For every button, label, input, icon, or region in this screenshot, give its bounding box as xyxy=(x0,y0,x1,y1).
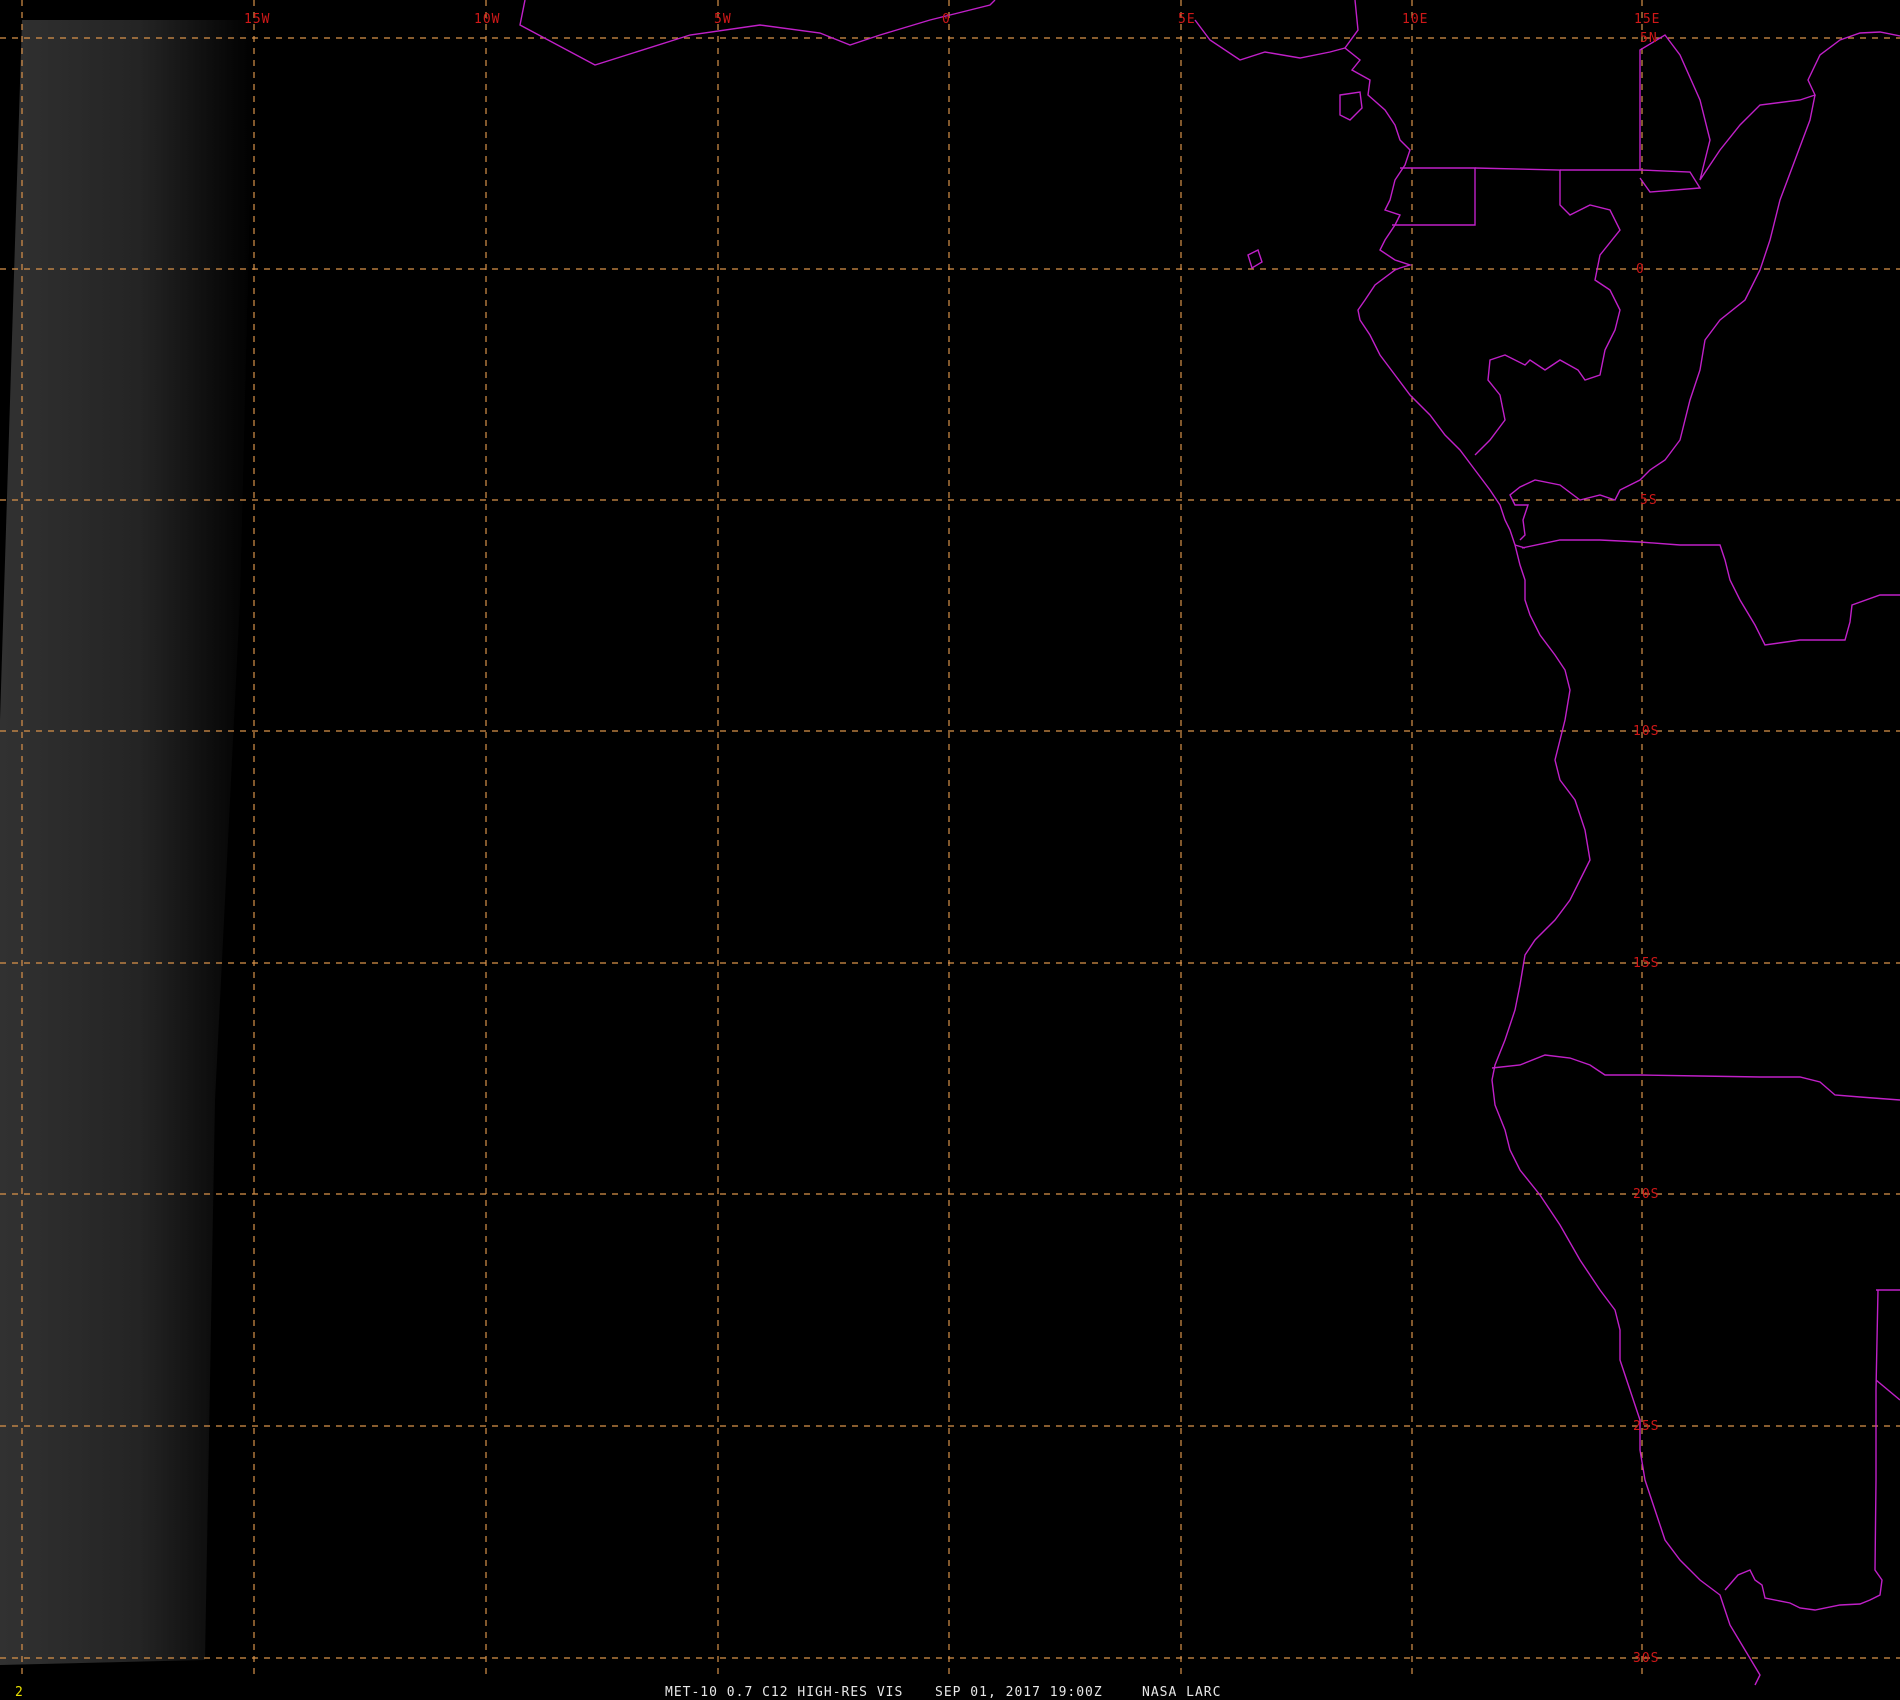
longitude-label: 5W xyxy=(714,12,732,27)
latitude-label: 15S xyxy=(1633,956,1659,971)
latitude-label: 25S xyxy=(1633,1419,1659,1434)
credit-label: NASA LARC xyxy=(1142,1685,1221,1700)
latitude-label: 5S xyxy=(1640,493,1658,508)
longitude-label: 10W xyxy=(474,12,500,27)
grid-labels: 15W 10W 5W 0 5E 10E 15E 5N 0 5S 10S 15S 20S 25S 30S xyxy=(244,12,1660,1666)
latitude-label: 20S xyxy=(1633,1187,1659,1202)
frame-number: 2 xyxy=(15,1685,23,1700)
product-label: MET-10 0.7 C12 HIGH-RES VIS xyxy=(665,1685,903,1700)
lat-lon-grid xyxy=(0,0,1900,1680)
satellite-map: 15W 10W 5W 0 5E 10E 15E5N05S10S15S20S25S30S 2 … xyxy=(0,0,1900,1700)
longitude-label: 0 xyxy=(942,12,951,27)
latitude-label: 5N xyxy=(1640,31,1658,46)
longitude-label: 15W xyxy=(244,12,270,27)
latitude-label: 0 xyxy=(1636,262,1645,277)
west-africa-coastline xyxy=(519,0,996,66)
latitude-label: 10S xyxy=(1633,724,1659,739)
latitude-label: 30S xyxy=(1633,1651,1659,1666)
longitude-label: 10E xyxy=(1402,12,1428,27)
cameroon-coastline xyxy=(1344,0,1761,1686)
datetime-label: SEP 01, 2017 19:00Z xyxy=(935,1685,1103,1700)
longitude-label: 5E xyxy=(1178,12,1196,27)
country-boundaries xyxy=(519,0,1900,1686)
daylight-cloud-band xyxy=(0,20,255,1665)
longitude-label: 15E xyxy=(1634,12,1660,27)
